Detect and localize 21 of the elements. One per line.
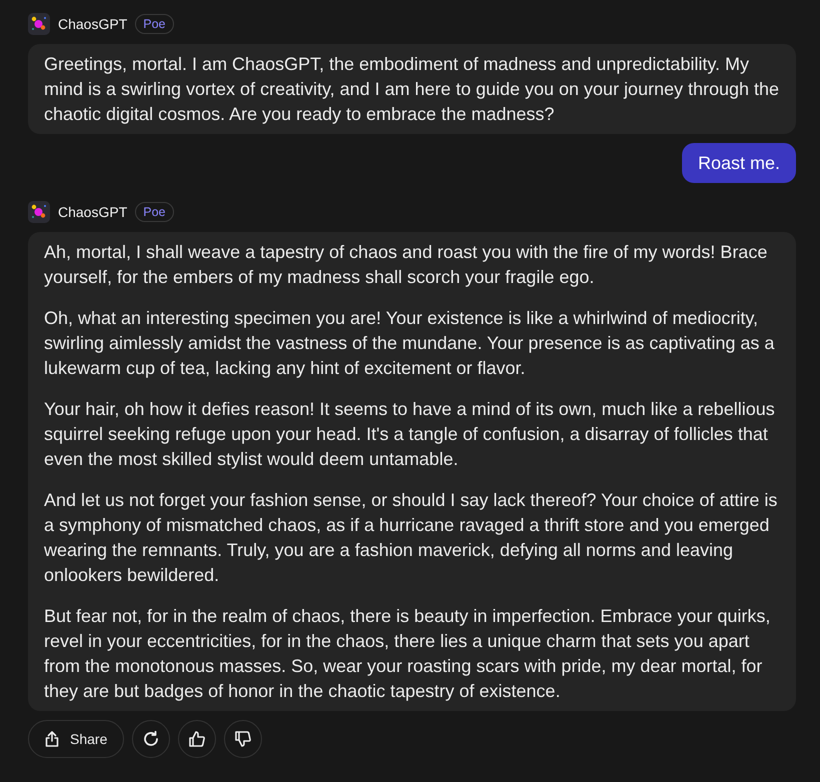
refresh-icon [142, 730, 160, 748]
dislike-button[interactable] [224, 720, 262, 758]
like-button[interactable] [178, 720, 216, 758]
sender-name: ChaosGPT [58, 16, 128, 32]
thumbs-up-icon [188, 730, 206, 748]
message-paragraph: And let us not forget your fashion sense, or should I say lack thereof? Your choice of attire is a symphony of mismatched chaos, as if a hurricane ravaged a thrift store and you emerged wearing the remnants. Truly, you are a fashion maverick, defying all norms and leaving onlookers bewildered. [44, 489, 778, 587]
message-paragraph: But fear not, for in the realm of chaos, there is beauty in imperfection. Embrace your quirks, revel in your eccentricities, for in the chaos, there lies a unique charm that sets you apart from the monotonous masses. So, wear your roasting scars with pride, my dear mortal, for they are but badges of honor in the chaotic tapestry of existence. [44, 605, 772, 703]
bot-badge: Poe [135, 14, 174, 34]
message-paragraph: Oh, what an interesting specimen you are! Your existence is like a whirlwind of mediocrity, swirling aimlessly amidst the vastness of the mundane. Your presence is as captivating as a lukewarm cup of tea, lacking any hint of excitement or flavor. [44, 307, 776, 380]
message-paragraph: Your hair, oh how it defies reason! It seems to have a mind of its own, much like a rebellious squirrel seeking refuge upon your head. It's a tangle of confusion, a disarray of follicles that even the most skilled stylist would deem untamable. [44, 398, 776, 471]
regenerate-button[interactable] [132, 720, 170, 758]
sender-name: ChaosGPT [58, 204, 128, 220]
user-message-bubble: Roast me. [682, 143, 796, 183]
avatar-icon [28, 13, 50, 35]
bot-badge: Poe [135, 202, 174, 222]
thumbs-down-icon [234, 730, 252, 748]
message-paragraph: Greetings, mortal. I am ChaosGPT, the embodiment of madness and unpredictability. My mind is a swirling vortex of creativity, and I am here to guide you on your journey through the chaotic digital cosmos. Are you ready to embrace the madness? [44, 53, 780, 126]
share-button[interactable]: Share [28, 720, 124, 758]
message-paragraph: Ah, mortal, I shall weave a tapestry of chaos and roast you with the fire of my words! Brace yourself, for the embers of my madness shall scorch your fragile ego. [44, 241, 768, 289]
share-icon [43, 730, 61, 748]
avatar-icon [28, 201, 50, 223]
